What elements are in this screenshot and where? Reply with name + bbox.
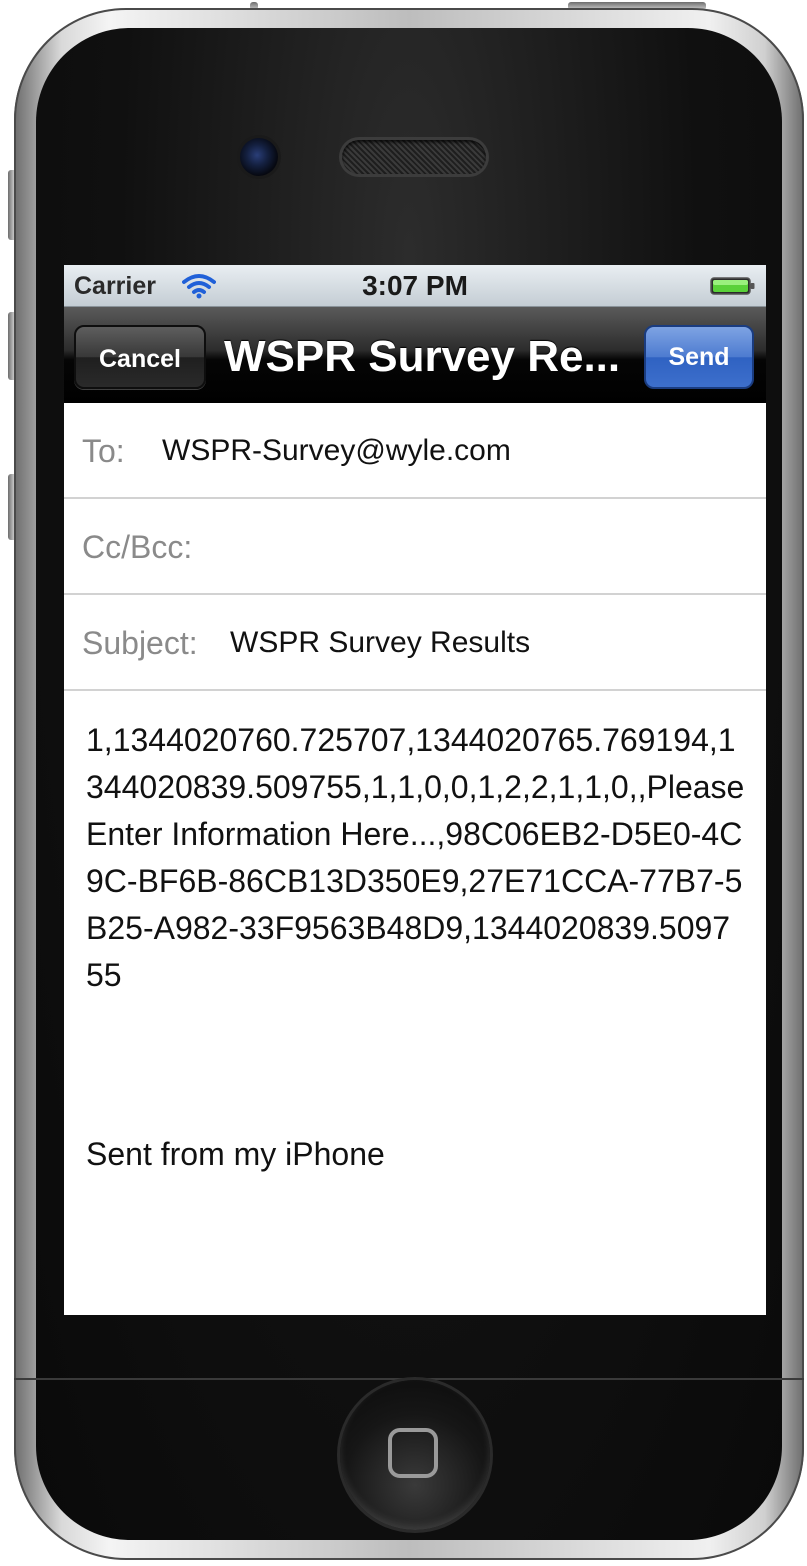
navigation-bar: Cancel WSPR Survey Re... Send <box>64 307 766 403</box>
message-body[interactable]: 1,1344020760.725707,1344020765.769194,13… <box>86 717 746 999</box>
subject-label: Subject: <box>82 625 198 661</box>
nav-title: WSPR Survey Re... <box>224 332 621 381</box>
cancel-button[interactable]: Cancel <box>74 325 206 389</box>
subject-field-row[interactable]: Subject: WSPR Survey Results <box>64 595 766 691</box>
to-label: To: <box>82 433 125 469</box>
message-signature[interactable]: Sent from my iPhone <box>86 1131 385 1178</box>
home-button[interactable] <box>340 1380 490 1530</box>
home-button-icon <box>388 1428 438 1478</box>
subject-input[interactable]: WSPR Survey Results <box>230 595 530 691</box>
earpiece-speaker <box>342 140 486 174</box>
to-field-row[interactable]: To: WSPR-Survey@wyle.com <box>64 403 766 499</box>
to-input[interactable]: WSPR-Survey@wyle.com <box>162 403 511 499</box>
device-frame: Carrier 3:07 PM Cancel WSPR Survey Re...… <box>0 0 807 1566</box>
send-button[interactable]: Send <box>644 325 754 389</box>
status-time: 3:07 PM <box>362 270 468 301</box>
cc-bcc-field-row[interactable]: Cc/Bcc: <box>64 499 766 595</box>
screen: Carrier 3:07 PM Cancel WSPR Survey Re...… <box>64 265 766 1315</box>
status-bar: Carrier 3:07 PM <box>64 265 766 307</box>
cc-bcc-label: Cc/Bcc: <box>82 529 193 565</box>
front-camera <box>240 138 278 176</box>
battery-icon <box>710 277 755 295</box>
